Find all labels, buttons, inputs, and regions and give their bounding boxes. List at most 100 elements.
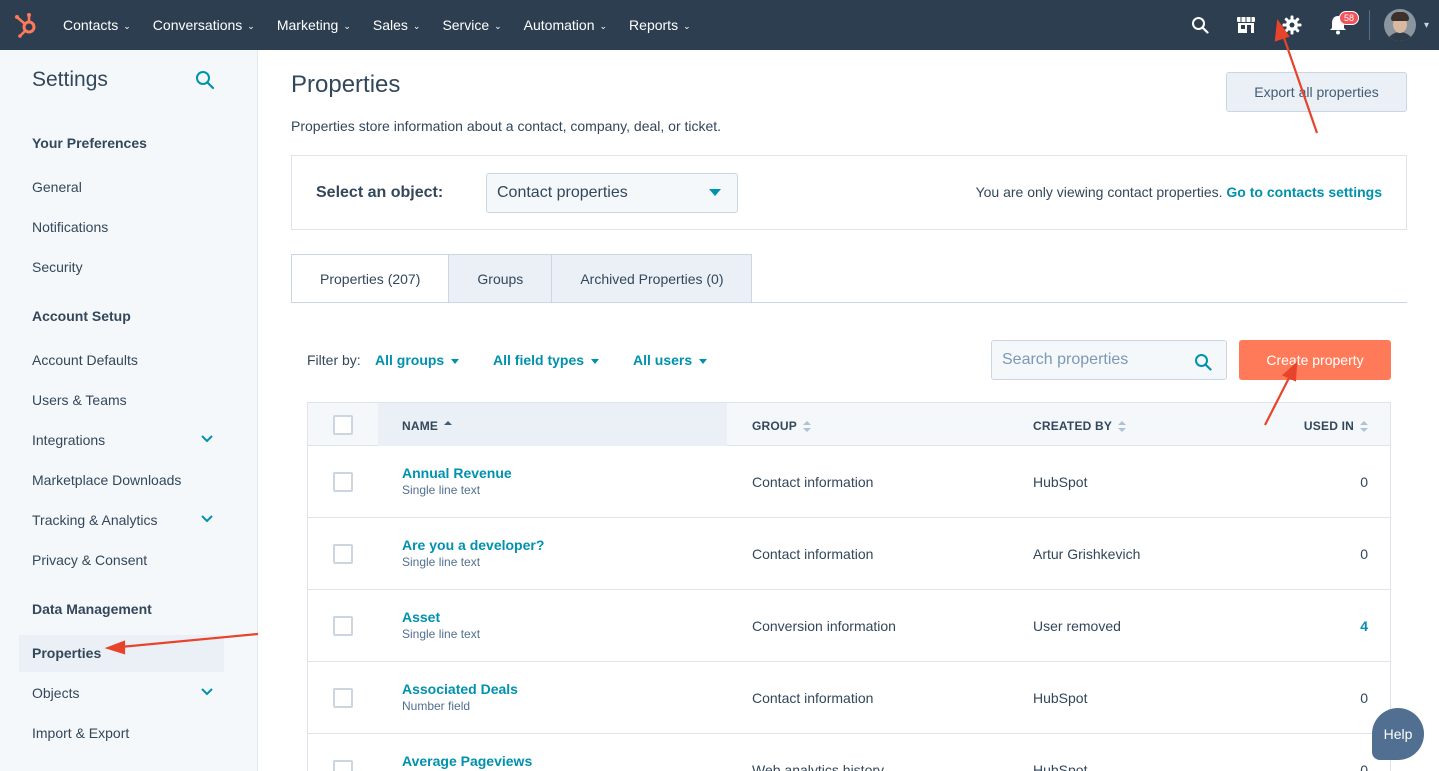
filter-groups-dropdown[interactable]: All groups — [375, 352, 460, 368]
settings-button[interactable] — [1269, 0, 1315, 50]
sidebar-item-import-export[interactable]: Import & Export — [32, 725, 216, 741]
nav-contacts[interactable]: Contacts ⌄ — [52, 0, 142, 50]
nav-automation[interactable]: Automation ⌄ — [513, 0, 618, 50]
account-menu-chevron-down-icon[interactable]: ▾ — [1424, 20, 1429, 31]
property-name-link[interactable]: Annual Revenue — [402, 465, 512, 481]
row-checkbox[interactable] — [333, 688, 353, 708]
sidebar-item-marketplace-downloads[interactable]: Marketplace Downloads — [32, 472, 216, 488]
search-icon[interactable] — [1194, 353, 1212, 371]
sidebar-item-security[interactable]: Security — [32, 259, 216, 275]
table-row: Average Pageviews Web analytics history … — [308, 734, 1390, 771]
column-header-name[interactable]: NAME — [402, 419, 453, 433]
filter-users-dropdown[interactable]: All users — [633, 352, 708, 368]
help-button[interactable]: Help — [1372, 708, 1424, 760]
property-name-link[interactable]: Asset — [402, 609, 440, 625]
notifications-button[interactable]: 58 — [1315, 0, 1361, 50]
nav-automation-label: Automation — [523, 17, 595, 33]
settings-sidebar: Settings Your Preferences General Notifi… — [0, 50, 258, 771]
nav-sales[interactable]: Sales ⌄ — [362, 0, 432, 50]
property-group: Web analytics history — [752, 762, 885, 771]
property-used-in: 0 — [1360, 690, 1368, 706]
sidebar-item-general[interactable]: General — [32, 179, 216, 195]
column-header-group[interactable]: GROUP — [752, 419, 812, 433]
sidebar-item-properties[interactable]: Properties — [32, 645, 216, 661]
nav-reports[interactable]: Reports ⌄ — [618, 0, 702, 50]
column-header-created-by[interactable]: CREATED BY — [1033, 419, 1127, 433]
sidebar-item-notifications[interactable]: Notifications — [32, 219, 216, 235]
nav-marketing[interactable]: Marketing ⌄ — [266, 0, 362, 50]
nav-right-tools: 58 ▾ — [1177, 0, 1439, 50]
column-header-used-in[interactable]: USED IN — [1304, 419, 1368, 433]
property-name-link[interactable]: Average Pageviews — [402, 753, 532, 769]
object-select-value: Contact properties — [497, 184, 628, 201]
chevron-down-icon: ⌄ — [494, 20, 502, 31]
column-header-name-label: NAME — [402, 419, 439, 433]
property-group: Contact information — [752, 546, 874, 562]
sidebar-item-integrations-label: Integrations — [32, 432, 106, 448]
sidebar-item-privacy-consent[interactable]: Privacy & Consent — [32, 552, 216, 568]
chevron-down-icon[interactable] — [200, 434, 214, 444]
property-name-link[interactable]: Are you a developer? — [402, 537, 544, 553]
property-used-in: 0 — [1360, 474, 1368, 490]
search-icon — [1191, 17, 1209, 34]
filter-field-types-dropdown[interactable]: All field types — [493, 352, 600, 368]
chevron-down-icon: ⌄ — [247, 20, 255, 31]
sidebar-item-account-defaults[interactable]: Account Defaults — [32, 352, 216, 368]
sort-icon — [1118, 420, 1127, 433]
property-field-type: Single line text — [402, 555, 481, 569]
tab-properties[interactable]: Properties (207) — [291, 254, 450, 303]
object-select-dropdown[interactable]: Contact properties — [486, 173, 738, 213]
tab-archived-properties[interactable]: Archived Properties (0) — [552, 254, 753, 303]
sidebar-title: Settings — [32, 68, 108, 91]
sidebar-item-users-teams[interactable]: Users & Teams — [32, 392, 216, 408]
nav-contacts-label: Contacts — [63, 17, 119, 33]
top-navigation-bar: Contacts ⌄ Conversations ⌄ Marketing ⌄ Sale… — [0, 0, 1439, 50]
row-checkbox[interactable] — [333, 760, 353, 771]
row-checkbox[interactable] — [333, 616, 353, 636]
nav-marketing-label: Marketing — [276, 17, 339, 33]
search-properties-input[interactable] — [992, 341, 1182, 379]
filter-field-types-value: All field types — [493, 352, 585, 368]
property-created-by: User removed — [1033, 618, 1121, 634]
nav-conversations[interactable]: Conversations ⌄ — [142, 0, 266, 50]
row-checkbox[interactable] — [333, 472, 353, 492]
object-selector-panel: Select an object: Contact properties You… — [291, 155, 1407, 230]
sort-ascending-icon — [444, 420, 453, 433]
property-group: Contact information — [752, 474, 874, 490]
user-avatar[interactable] — [1383, 9, 1416, 41]
sidebar-item-objects[interactable]: Objects — [32, 685, 216, 701]
sidebar-item-tracking-analytics[interactable]: Tracking & Analytics — [32, 512, 216, 528]
property-created-by: Artur Grishkevich — [1033, 546, 1141, 562]
property-name-link[interactable]: Associated Deals — [402, 681, 518, 697]
caret-down-icon — [591, 358, 600, 364]
select-all-checkbox[interactable] — [333, 415, 353, 435]
hubspot-logo-icon[interactable] — [0, 0, 52, 50]
create-property-button[interactable]: Create property — [1239, 340, 1391, 380]
sidebar-item-integrations[interactable]: Integrations — [32, 432, 216, 448]
chevron-down-icon[interactable] — [200, 687, 214, 697]
sidebar-search-button[interactable] — [195, 70, 215, 95]
marketplace-store-icon — [1236, 17, 1255, 33]
property-used-in-link[interactable]: 4 — [1360, 618, 1368, 634]
search-properties-field — [991, 340, 1227, 380]
column-header-used-in-label: USED IN — [1303, 419, 1354, 433]
sidebar-section-data-management: Data Management — [32, 601, 152, 617]
column-header-group-label: GROUP — [752, 419, 798, 433]
properties-tabs: Properties (207) Groups Archived Propert… — [291, 254, 753, 303]
row-checkbox[interactable] — [333, 544, 353, 564]
nav-service[interactable]: Service ⌄ — [431, 0, 512, 50]
table-row: Asset Single line text Conversion inform… — [308, 590, 1390, 662]
nav-conversations-label: Conversations — [152, 17, 243, 33]
export-all-properties-button[interactable]: Export all properties — [1226, 72, 1407, 112]
gear-icon — [1282, 15, 1302, 35]
tabs-divider — [291, 302, 1407, 303]
sidebar-section-your-preferences: Your Preferences — [32, 135, 147, 151]
marketplace-button[interactable] — [1223, 0, 1269, 50]
property-field-type: Single line text — [402, 627, 481, 641]
global-search-button[interactable] — [1177, 0, 1223, 50]
go-to-contacts-settings-link[interactable]: Go to contacts settings — [1226, 184, 1382, 200]
properties-table: NAME GROUP CREATED BY USED IN Annual Rev… — [307, 402, 1391, 771]
table-row: Are you a developer? Single line text Co… — [308, 518, 1390, 590]
tab-groups[interactable]: Groups — [449, 254, 553, 303]
chevron-down-icon[interactable] — [200, 514, 214, 524]
